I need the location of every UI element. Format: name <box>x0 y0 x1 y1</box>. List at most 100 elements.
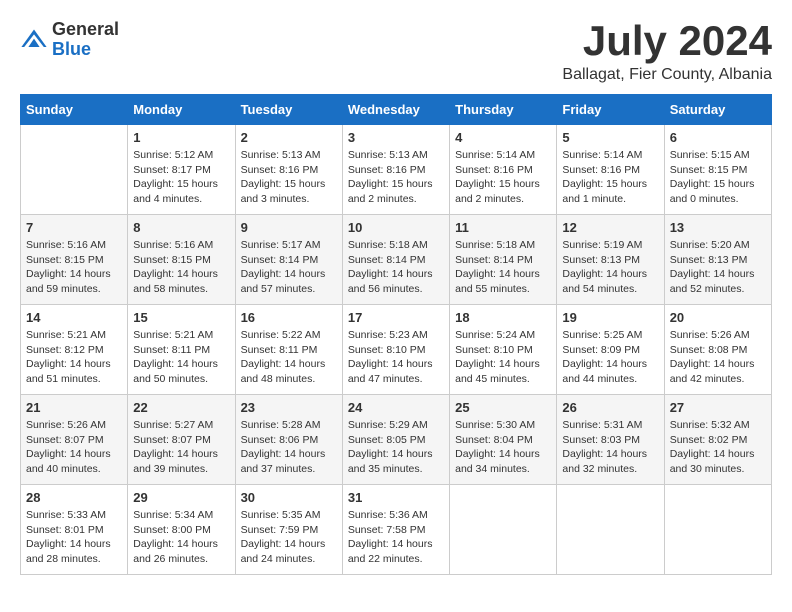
cell-line: Sunrise: 5:12 AM <box>133 149 213 161</box>
day-content: Sunrise: 5:13 AMSunset: 8:16 PMDaylight:… <box>241 148 337 207</box>
day-content: Sunrise: 5:26 AMSunset: 8:07 PMDaylight:… <box>26 418 122 477</box>
cell-line: Sunset: 8:04 PM <box>455 434 533 446</box>
day-content: Sunrise: 5:26 AMSunset: 8:08 PMDaylight:… <box>670 328 766 387</box>
calendar-cell: 28Sunrise: 5:33 AMSunset: 8:01 PMDayligh… <box>21 485 128 575</box>
calendar-cell: 18Sunrise: 5:24 AMSunset: 8:10 PMDayligh… <box>450 305 557 395</box>
cell-line: Sunrise: 5:18 AM <box>455 239 535 251</box>
calendar-cell: 22Sunrise: 5:27 AMSunset: 8:07 PMDayligh… <box>128 395 235 485</box>
cell-line: and 1 minute. <box>562 193 626 205</box>
day-content: Sunrise: 5:14 AMSunset: 8:16 PMDaylight:… <box>455 148 551 207</box>
cell-line: Sunrise: 5:30 AM <box>455 419 535 431</box>
calendar-body: 1Sunrise: 5:12 AMSunset: 8:17 PMDaylight… <box>21 125 772 575</box>
day-number: 20 <box>670 310 766 325</box>
day-content: Sunrise: 5:35 AMSunset: 7:59 PMDaylight:… <box>241 508 337 567</box>
week-row-3: 14Sunrise: 5:21 AMSunset: 8:12 PMDayligh… <box>21 305 772 395</box>
month-year-title: July 2024 <box>562 20 772 62</box>
cell-line: Sunset: 8:17 PM <box>133 164 211 176</box>
cell-line: and 4 minutes. <box>133 193 202 205</box>
calendar-cell: 11Sunrise: 5:18 AMSunset: 8:14 PMDayligh… <box>450 215 557 305</box>
cell-line: Sunset: 7:58 PM <box>348 524 426 536</box>
day-content: Sunrise: 5:31 AMSunset: 8:03 PMDaylight:… <box>562 418 658 477</box>
calendar-cell: 10Sunrise: 5:18 AMSunset: 8:14 PMDayligh… <box>342 215 449 305</box>
cell-line: and 45 minutes. <box>455 373 530 385</box>
day-content: Sunrise: 5:25 AM Sunset: 8:09 PM Daylight:… <box>562 328 658 387</box>
cell-line: and 34 minutes. <box>455 463 530 475</box>
calendar-cell <box>450 485 557 575</box>
cell-line: Sunrise: 5:20 AM <box>670 239 750 251</box>
cell-line: Sunrise: 5:27 AM <box>133 419 213 431</box>
cell-line: and 55 minutes. <box>455 283 530 295</box>
day-content: Sunrise: 5:32 AMSunset: 8:02 PMDaylight:… <box>670 418 766 477</box>
day-number: 5 <box>562 130 658 145</box>
cell-line: and 42 minutes. <box>670 373 745 385</box>
day-content: Sunrise: 5:24 AMSunset: 8:10 PMDaylight:… <box>455 328 551 387</box>
day-number: 23 <box>241 400 337 415</box>
cell-line: and 56 minutes. <box>348 283 423 295</box>
cell-line: and 3 minutes. <box>241 193 310 205</box>
cell-line: Daylight: 14 hours <box>670 358 755 370</box>
cell-line: Daylight: 14 hours <box>133 268 218 280</box>
calendar-cell <box>664 485 771 575</box>
cell-line: Sunrise: 5:25 AM <box>562 329 642 341</box>
cell-line: Sunset: 8:16 PM <box>455 164 533 176</box>
day-number: 4 <box>455 130 551 145</box>
cell-line: Daylight: 14 hours <box>241 358 326 370</box>
cell-line: Sunset: 8:03 PM <box>562 434 640 446</box>
day-number: 12 <box>562 220 658 235</box>
cell-line: Sunset: 8:02 PM <box>670 434 748 446</box>
header-day-wednesday: Wednesday <box>342 95 449 125</box>
cell-line: Sunrise: 5:22 AM <box>241 329 321 341</box>
week-row-4: 21Sunrise: 5:26 AMSunset: 8:07 PMDayligh… <box>21 395 772 485</box>
cell-line: Sunrise: 5:13 AM <box>348 149 428 161</box>
week-row-1: 1Sunrise: 5:12 AMSunset: 8:17 PMDaylight… <box>21 125 772 215</box>
day-number: 7 <box>26 220 122 235</box>
cell-line: Sunset: 8:15 PM <box>670 164 748 176</box>
cell-line: Sunrise: 5:13 AM <box>241 149 321 161</box>
day-number: 8 <box>133 220 229 235</box>
logo-general-text: General <box>52 20 119 40</box>
calendar-cell: 29Sunrise: 5:34 AMSunset: 8:00 PMDayligh… <box>128 485 235 575</box>
cell-line: Sunset: 8:16 PM <box>562 164 640 176</box>
calendar-cell <box>21 125 128 215</box>
cell-line: Sunrise: 5:16 AM <box>133 239 213 251</box>
header-day-thursday: Thursday <box>450 95 557 125</box>
cell-line: Daylight: 14 hours <box>562 268 647 280</box>
day-number: 6 <box>670 130 766 145</box>
cell-line: and 54 minutes. <box>562 283 637 295</box>
cell-line: Daylight: 14 hours <box>26 538 111 550</box>
cell-line: Daylight: 14 hours <box>241 538 326 550</box>
cell-line: Daylight: 14 hours <box>348 268 433 280</box>
cell-line: and 22 minutes. <box>348 553 423 565</box>
cell-line: Sunset: 8:06 PM <box>241 434 319 446</box>
calendar-cell: 12Sunrise: 5:19 AMSunset: 8:13 PMDayligh… <box>557 215 664 305</box>
cell-line: Daylight: 14 hours <box>26 268 111 280</box>
cell-line: and 52 minutes. <box>670 283 745 295</box>
location-subtitle: Ballagat, Fier County, Albania <box>562 66 772 84</box>
day-content: Sunrise: 5:22 AMSunset: 8:11 PMDaylight:… <box>241 328 337 387</box>
cell-line: and 47 minutes. <box>348 373 423 385</box>
calendar-cell: 2Sunrise: 5:13 AMSunset: 8:16 PMDaylight… <box>235 125 342 215</box>
cell-line: Sunset: 8:14 PM <box>241 254 319 266</box>
calendar-cell: 14Sunrise: 5:21 AMSunset: 8:12 PMDayligh… <box>21 305 128 395</box>
day-number: 14 <box>26 310 122 325</box>
calendar-cell: 8 Sunrise: 5:16 AMSunset: 8:15 PMDaylight… <box>128 215 235 305</box>
cell-line: Sunset: 8:09 PM <box>562 344 640 356</box>
calendar-table: SundayMondayTuesdayWednesdayThursdayFrid… <box>20 94 772 575</box>
cell-line: Sunset: 8:05 PM <box>348 434 426 446</box>
cell-line: and 44 minutes. <box>562 373 637 385</box>
day-number: 27 <box>670 400 766 415</box>
day-content: Sunrise: 5:16 AMSunset: 8:15 PMDaylight:… <box>133 238 229 297</box>
cell-line: Daylight: 14 hours <box>348 358 433 370</box>
cell-line: and 2 minutes. <box>455 193 524 205</box>
day-content: Sunrise: 5:14 AMSunset: 8:16 PMDaylight:… <box>562 148 658 207</box>
cell-line: Daylight: 14 hours <box>455 448 540 460</box>
cell-line: Sunrise: 5:16 AM <box>26 239 106 251</box>
day-number: 24 <box>348 400 444 415</box>
calendar-cell: 25Sunrise: 5:30 AMSunset: 8:04 PMDayligh… <box>450 395 557 485</box>
cell-line: Daylight: 14 hours <box>562 358 647 370</box>
calendar-cell: 26Sunrise: 5:31 AMSunset: 8:03 PMDayligh… <box>557 395 664 485</box>
calendar-cell: 19Sunrise: 5:25 AMSunset: 8:09 PMDayligh… <box>557 305 664 395</box>
cell-line: Sunrise: 5:28 AM <box>241 419 321 431</box>
page-header: General Blue July 2024 Ballagat, Fier Co… <box>20 20 772 84</box>
cell-line: Sunset: 8:11 PM <box>133 344 210 356</box>
